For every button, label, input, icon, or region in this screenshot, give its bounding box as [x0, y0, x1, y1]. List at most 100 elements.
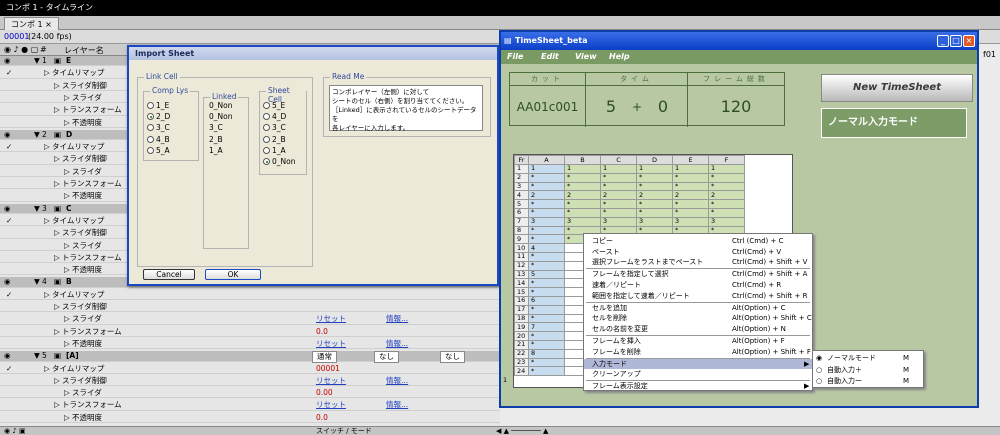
expand-icon[interactable]: ▷: [64, 118, 70, 128]
property-value[interactable]: 0.0: [316, 413, 328, 423]
layer-name[interactable]: E: [66, 56, 71, 66]
import.sheet_items-item[interactable]: 2_B: [263, 135, 286, 144]
grid-cell[interactable]: 5: [528, 269, 565, 280]
grid-cell[interactable]: 7: [528, 322, 565, 333]
grid-cell[interactable]: 2: [600, 190, 637, 201]
grid-cell[interactable]: 8: [514, 225, 529, 236]
grid-cell[interactable]: *: [528, 366, 565, 377]
grid-cell[interactable]: 2: [708, 190, 745, 201]
grid-column-header[interactable]: Fr: [514, 155, 529, 165]
expand-icon[interactable]: ▷: [44, 142, 50, 152]
menu-help[interactable]: Help: [609, 50, 630, 64]
radio-icon[interactable]: [263, 124, 270, 132]
ok-button[interactable]: OK: [205, 269, 261, 280]
property-row[interactable]: ▷ 不透明度 0.0: [0, 413, 500, 424]
expand-icon[interactable]: ▷: [44, 216, 50, 226]
import.comp_items-item[interactable]: 5_A: [147, 146, 170, 155]
switch-mode-toggle[interactable]: スイッチ / モード: [316, 427, 372, 435]
menu-file[interactable]: File: [507, 50, 523, 64]
import.comp_items-item[interactable]: 1_E: [147, 101, 169, 110]
grid-column-header[interactable]: D: [636, 155, 673, 165]
import.sheet_items-item[interactable]: 1_A: [263, 146, 286, 155]
grid-row[interactable]: 6 * * * * * *: [514, 207, 745, 218]
info-link[interactable]: 情報...: [386, 314, 408, 324]
grid-cell[interactable]: *: [528, 251, 565, 262]
import.sheet_items-item[interactable]: 3_C: [263, 123, 286, 132]
reset-link[interactable]: リセット: [316, 339, 346, 349]
grid-cell[interactable]: 1: [672, 164, 709, 174]
grid-cell[interactable]: *: [564, 199, 601, 209]
context-menu-item[interactable]: セルの名前を変更 Alt(Option) + N: [584, 324, 812, 334]
context-menu-item[interactable]: コピー Ctrl (Cmd) + C: [584, 236, 812, 246]
grid-row[interactable]: 5 * * * * * *: [514, 199, 745, 209]
context-menu-item[interactable]: セルを削除 Alt(Option) + Shift + C: [584, 313, 812, 323]
grid-row[interactable]: 4222222: [514, 190, 745, 201]
info-link[interactable]: 情報...: [386, 339, 408, 349]
grid-cell[interactable]: *: [528, 357, 565, 368]
radio-icon[interactable]: [147, 135, 154, 143]
parent-select[interactable]: なし: [440, 351, 465, 364]
grid-cell[interactable]: 15: [514, 287, 529, 297]
radio-icon[interactable]: [263, 113, 270, 121]
grid-cell[interactable]: 3: [672, 216, 709, 227]
submenu-item[interactable]: ○ 自動入力ー M: [813, 376, 923, 386]
context-menu-item[interactable]: フレームを削除 Alt(Option) + Shift + F: [584, 347, 812, 357]
grid-column-header[interactable]: B: [564, 155, 601, 165]
expand-icon[interactable]: ▷: [64, 339, 70, 349]
property-row[interactable]: ✓ ▷ タイムリマップ: [0, 290, 500, 301]
import.sheet_items-item[interactable]: 5_E: [263, 101, 285, 110]
grid-cell[interactable]: *: [708, 172, 745, 183]
context-menu-item[interactable]: 速着／リピート Ctrl(Cmd) + R: [584, 280, 812, 290]
context-menu-item[interactable]: フレームを指定して選択 Ctrl(Cmd) + Shift + A: [584, 269, 812, 279]
expand-icon[interactable]: ▷: [54, 179, 60, 189]
import.sheet_items-item[interactable]: 4_D: [263, 112, 286, 121]
context-menu-item[interactable]: フレーム表示設定 ▶: [584, 381, 812, 391]
grid-cell[interactable]: *: [564, 181, 601, 192]
grid-cell[interactable]: 6: [514, 207, 529, 218]
expand-icon[interactable]: ▷: [54, 105, 60, 115]
grid-cell[interactable]: 4: [514, 190, 529, 201]
expand-icon[interactable]: ▷: [54, 302, 60, 312]
check-icon[interactable]: ✓: [6, 364, 12, 374]
grid-cell[interactable]: 1: [528, 164, 565, 174]
grid-cell[interactable]: 21: [514, 339, 529, 350]
expand-icon[interactable]: ▷: [64, 388, 70, 398]
expand-icon[interactable]: ▼: [34, 277, 40, 287]
property-row[interactable]: ▷ トランスフォーム 0.0: [0, 327, 500, 337]
input-mode-label[interactable]: ノーマル入力モード: [821, 108, 967, 138]
grid-row[interactable]: 3 * * * * * *: [514, 181, 745, 192]
grid-column-header[interactable]: A: [528, 155, 565, 165]
grid-cell[interactable]: *: [528, 331, 565, 341]
grid-cell[interactable]: 13: [514, 269, 529, 280]
radio-icon[interactable]: [147, 102, 154, 109]
grid-cell[interactable]: *: [672, 207, 709, 218]
total-frames-value[interactable]: 120: [688, 89, 784, 125]
cancel-button[interactable]: Cancel: [143, 269, 195, 280]
info-link[interactable]: 情報...: [386, 376, 408, 386]
reset-link[interactable]: リセット: [316, 400, 346, 410]
grid-column-header[interactable]: E: [672, 155, 709, 165]
grid-cell[interactable]: *: [528, 278, 565, 289]
grid-cell[interactable]: 2: [672, 190, 709, 201]
grid-cell[interactable]: 3: [636, 216, 673, 227]
property-row[interactable]: ✓ ▷ タイムリマップ 00001: [0, 364, 500, 374]
close-button[interactable]: ×: [963, 35, 975, 47]
grid-cell[interactable]: 22: [514, 348, 529, 359]
property-value[interactable]: 0.0: [316, 327, 328, 337]
grid-cell[interactable]: 20: [514, 331, 529, 341]
radio-icon[interactable]: [263, 146, 270, 154]
grid-cell[interactable]: 14: [514, 278, 529, 289]
context-menu-item[interactable]: クリーンアップ: [584, 369, 812, 379]
radio-icon[interactable]: [263, 158, 270, 165]
grid-cell[interactable]: *: [564, 172, 601, 183]
expand-icon[interactable]: ▷: [64, 413, 70, 423]
grid-cell[interactable]: 16: [514, 295, 529, 306]
grid-cell[interactable]: *: [600, 207, 637, 218]
grid-cell[interactable]: *: [528, 313, 565, 324]
check-icon[interactable]: ✓: [6, 290, 12, 300]
property-row[interactable]: ▷ スライダ制御: [0, 302, 500, 313]
expand-icon[interactable]: ▷: [64, 314, 70, 324]
import.comp_items-item[interactable]: 3_C: [147, 123, 170, 132]
radio-icon[interactable]: [147, 124, 154, 132]
check-icon[interactable]: ✓: [6, 68, 12, 78]
